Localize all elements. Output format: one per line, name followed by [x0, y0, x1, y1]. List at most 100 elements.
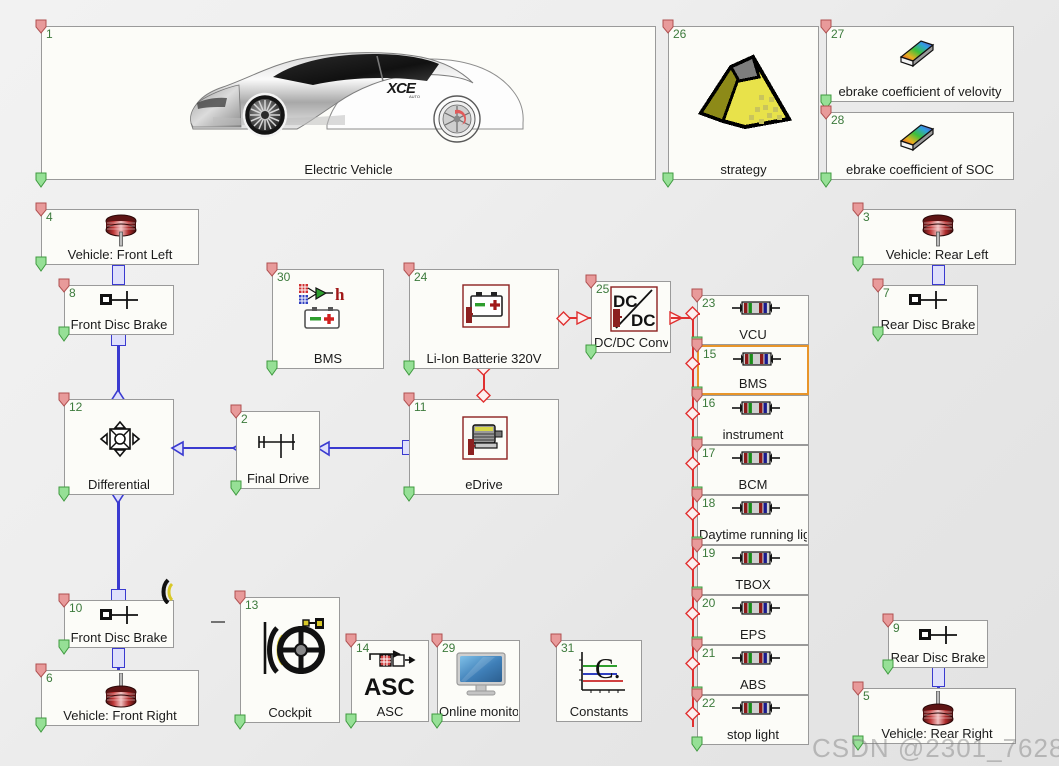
disc-brake-icon	[907, 290, 951, 310]
block-ecu-tbox[interactable]: 19TBOX	[697, 545, 809, 595]
block-vehicle-rear-right[interactable]: 5 Vehicle: Rear Right	[858, 688, 1016, 744]
wire-diamond-icon	[556, 311, 571, 326]
block-caption: BMS	[273, 351, 383, 366]
svg-text:C.: C.	[595, 654, 621, 685]
ecu-node-icon	[732, 301, 780, 315]
block-ebrake-coefficient-velocity[interactable]: 27 ebrake coefficient of velovity	[826, 26, 1014, 102]
block-number: 27	[831, 28, 844, 40]
block-number: 8	[69, 287, 76, 299]
wire-diamond-icon	[685, 456, 700, 471]
block-number: 9	[893, 622, 900, 634]
block-number: 25	[596, 283, 609, 295]
block-number: 10	[69, 602, 82, 614]
wire-diamond-icon	[685, 506, 700, 521]
block-ecu-bms[interactable]: 15BMS	[697, 345, 809, 395]
block-number: 19	[702, 547, 715, 559]
block-caption: Cockpit	[241, 705, 339, 720]
ecu-node-icon	[733, 352, 781, 366]
wire-joint	[932, 265, 945, 285]
block-number: 17	[702, 447, 715, 459]
block-ecu-vcu[interactable]: 23VCU	[697, 295, 809, 345]
block-bms-plant[interactable]: 30 h BMS	[272, 269, 384, 369]
svg-text:h: h	[335, 285, 345, 304]
ecu-node-icon	[732, 701, 780, 715]
block-number: 15	[703, 348, 716, 360]
ecu-node-icon	[732, 651, 780, 665]
block-asc[interactable]: 14 ASC ASC	[351, 640, 429, 722]
block-caption: instrument	[699, 427, 807, 442]
cockpit-icon-fragment	[160, 578, 178, 604]
block-ecu-eps[interactable]: 20EPS	[697, 595, 809, 645]
block-caption: Electric Vehicle	[42, 162, 655, 177]
constants-icon: C.	[575, 650, 629, 698]
bms-battery-icon: h	[295, 282, 357, 332]
block-ecu-abs[interactable]: 21ABS	[697, 645, 809, 695]
block-rear-disc-brake-right[interactable]: 9 Rear Disc Brake	[888, 620, 988, 668]
block-edrive[interactable]: 11 eDrive	[409, 399, 559, 495]
block-front-disc-brake-left[interactable]: 8 Front Disc Brake	[64, 285, 174, 335]
block-number: 2	[241, 413, 248, 425]
block-number: 5	[863, 690, 870, 702]
block-number: 31	[561, 642, 574, 654]
block-constants[interactable]: 31 C. Constants	[556, 640, 642, 722]
wire-diamond-icon	[685, 406, 700, 421]
block-differential[interactable]: 12 Differential	[64, 399, 174, 495]
block-vehicle-front-right[interactable]: 6 Vehicle: Front Right	[41, 670, 199, 726]
block-online-monitor[interactable]: 29 Online monito	[437, 640, 520, 722]
block-caption: Rear Disc Brake	[879, 317, 977, 332]
block-number: 30	[277, 271, 290, 283]
block-rear-disc-brake-left[interactable]: 7 Rear Disc Brake	[878, 285, 978, 335]
block-ecu-daytime-running-lig[interactable]: 18 Daytime running lig	[697, 495, 809, 545]
block-caption: Final Drive	[237, 471, 319, 486]
block-cockpit[interactable]: 13 Cockpit	[240, 597, 340, 723]
block-caption: Daytime running lig	[699, 527, 807, 542]
block-number: 20	[702, 597, 715, 609]
block-ecu-stop-light[interactable]: 22stop light	[697, 695, 809, 745]
block-vehicle-rear-left[interactable]: 3 Vehicle: Rear Left	[858, 209, 1016, 265]
block-vehicle-front-left[interactable]: 4 Vehicle: Front Left	[41, 209, 199, 265]
wire-diamond-icon	[685, 356, 700, 371]
diagram-canvas[interactable]: 1	[0, 0, 1059, 766]
block-strategy[interactable]: 26 strategy	[668, 26, 819, 180]
wire-arrow-icon	[170, 440, 186, 457]
block-ecu-instrument[interactable]: 16instrument	[697, 395, 809, 445]
block-number: 12	[69, 401, 82, 413]
ecu-node-icon	[732, 451, 780, 465]
strategy-surface-icon	[693, 51, 801, 139]
block-final-drive[interactable]: 2 Final Drive	[236, 411, 320, 489]
block-number: 18	[702, 497, 715, 509]
motor-icon	[462, 416, 508, 460]
block-caption: Front Disc Brake	[65, 630, 173, 645]
block-ecu-bcm[interactable]: 17BCM	[697, 445, 809, 495]
block-number: 11	[414, 401, 426, 413]
block-number: 3	[863, 211, 870, 223]
block-number: 1	[46, 28, 53, 40]
wire-joint	[112, 648, 125, 668]
block-caption: ebrake coefficient of SOC	[827, 162, 1013, 177]
block-dcdc-converter[interactable]: 25 DC DC DC/DC Conve	[591, 281, 671, 353]
wire-diamond-icon	[685, 706, 700, 721]
monitor-icon	[455, 651, 507, 699]
wire-joint	[112, 265, 125, 285]
block-number: 23	[702, 297, 715, 309]
block-caption: ABS	[699, 677, 807, 692]
block-caption: Vehicle: Front Right	[42, 708, 198, 723]
block-battery[interactable]: 24 Li-Ion Batterie 320V	[409, 269, 559, 369]
ecu-node-icon	[732, 601, 780, 615]
block-ebrake-coefficient-soc[interactable]: 28 ebrake coefficient of SOC	[826, 112, 1014, 180]
wheel-icon	[921, 691, 955, 727]
battery-icon	[462, 284, 510, 328]
final-drive-icon	[255, 430, 301, 460]
disc-brake-icon	[98, 290, 142, 310]
lookup-table-icon	[895, 121, 937, 153]
wire-diamond-icon	[685, 606, 700, 621]
block-caption: Vehicle: Front Left	[42, 247, 198, 262]
block-caption: Vehicle: Rear Right	[859, 726, 1015, 741]
ecu-node-icon	[732, 401, 780, 415]
block-caption: DC/DC Conve	[594, 335, 668, 350]
block-caption: ASC	[352, 704, 428, 719]
block-front-disc-brake-right[interactable]: 10 Front Disc Brake	[64, 600, 174, 648]
block-electric-vehicle[interactable]: 1	[41, 26, 656, 180]
block-caption: Constants	[557, 704, 641, 719]
block-number: 7	[883, 287, 890, 299]
